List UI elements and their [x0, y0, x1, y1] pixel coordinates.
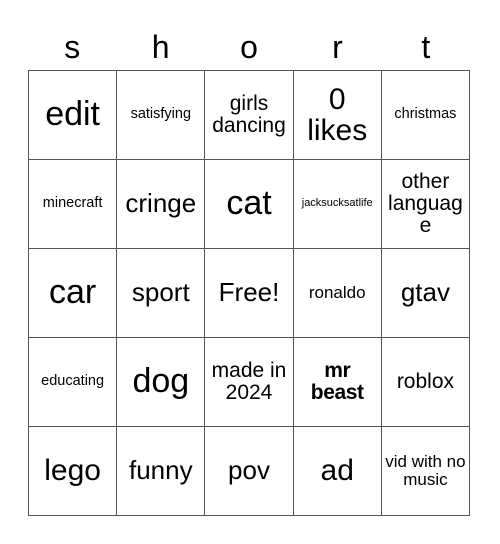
bingo-cell[interactable]: cringe: [117, 160, 206, 249]
bingo-cell-label: lego: [44, 454, 101, 488]
bingo-cell[interactable]: funny: [117, 427, 206, 516]
bingo-cell-label: dog: [132, 362, 190, 401]
bingo-cell-label: Free!: [218, 277, 280, 308]
bingo-cell[interactable]: car: [29, 249, 118, 338]
bingo-cell[interactable]: jacksucksatlife: [293, 160, 382, 249]
bingo-cell[interactable]: minecraft: [29, 160, 118, 249]
bingo-row: educating dog made in 2024 mr beast robl…: [29, 338, 471, 427]
bingo-cell-label: minecraft: [42, 195, 103, 212]
bingo-cell[interactable]: educating: [29, 338, 118, 427]
bingo-row: minecraft cringe cat jacksucksatlife oth…: [29, 160, 471, 249]
bingo-cell[interactable]: ad: [293, 427, 382, 516]
bingo-row: edit satisfying girls dancing 0 likes ch…: [29, 71, 471, 160]
bingo-cell-label: made in 2024: [211, 359, 287, 404]
bingo-cell[interactable]: edit: [29, 71, 118, 160]
bingo-header-letter-2: o: [240, 29, 258, 65]
bingo-card-root: s h o r t edit satisfying girls dancing …: [0, 0, 500, 544]
bingo-cell-label: edit: [45, 95, 101, 134]
bingo-grid: edit satisfying girls dancing 0 likes ch…: [28, 70, 471, 516]
bingo-cell-label: jacksucksatlife: [301, 197, 373, 210]
bingo-cell[interactable]: lego: [29, 427, 118, 516]
bingo-header-letter-1: h: [151, 29, 170, 65]
bingo-cell-label: pov: [228, 455, 270, 486]
bingo-cell-label: christmas: [394, 106, 457, 123]
bingo-cell[interactable]: 0 likes: [293, 71, 382, 160]
bingo-cell-label: mr beast: [310, 359, 364, 404]
bingo-cell-label: gtav: [400, 277, 450, 308]
bingo-cell-label: cringe: [125, 188, 197, 219]
bingo-cell-label: vid with no music: [385, 452, 466, 489]
bingo-header-letter-0: s: [64, 29, 81, 65]
bingo-cell-label: cat: [226, 184, 272, 223]
bingo-row: car sport Free! ronaldo gtav: [29, 249, 471, 338]
bingo-cell[interactable]: girls dancing: [205, 71, 294, 160]
bingo-cell-label: educating: [41, 373, 105, 390]
bingo-cell-label: 0 likes: [307, 82, 368, 147]
bingo-header-letter-3: r: [332, 29, 343, 65]
bingo-cell-label: funny: [129, 455, 193, 486]
bingo-cell[interactable]: made in 2024: [205, 338, 294, 427]
bingo-cell[interactable]: sport: [117, 249, 206, 338]
bingo-cell[interactable]: christmas: [381, 71, 471, 160]
bingo-card: s h o r t edit satisfying girls dancing …: [28, 26, 471, 516]
bingo-cell-label: other language: [388, 170, 463, 237]
bingo-cell-label: sport: [131, 277, 190, 308]
bingo-header-row: s h o r t: [28, 26, 470, 70]
bingo-cell[interactable]: cat: [205, 160, 294, 249]
bingo-cell[interactable]: vid with no music: [381, 427, 471, 516]
bingo-cell-free[interactable]: Free!: [205, 249, 294, 338]
bingo-row: lego funny pov ad vid with no music: [29, 427, 471, 516]
bingo-cell-label: girls dancing: [212, 92, 286, 137]
bingo-header-letter-4: t: [421, 29, 431, 65]
bingo-cell[interactable]: other language: [381, 160, 471, 249]
bingo-cell-label: car: [48, 273, 97, 312]
bingo-cell-label: ronaldo: [308, 283, 366, 303]
bingo-cell[interactable]: pov: [205, 427, 294, 516]
bingo-cell[interactable]: satisfying: [117, 71, 206, 160]
bingo-cell[interactable]: mr beast: [293, 338, 382, 427]
bingo-cell[interactable]: ronaldo: [293, 249, 382, 338]
bingo-cell[interactable]: dog: [117, 338, 206, 427]
bingo-cell[interactable]: roblox: [381, 338, 471, 427]
bingo-cell[interactable]: gtav: [381, 249, 471, 338]
bingo-cell-label: roblox: [396, 370, 455, 394]
bingo-cell-label: ad: [320, 454, 354, 488]
bingo-cell-label: satisfying: [130, 106, 192, 123]
